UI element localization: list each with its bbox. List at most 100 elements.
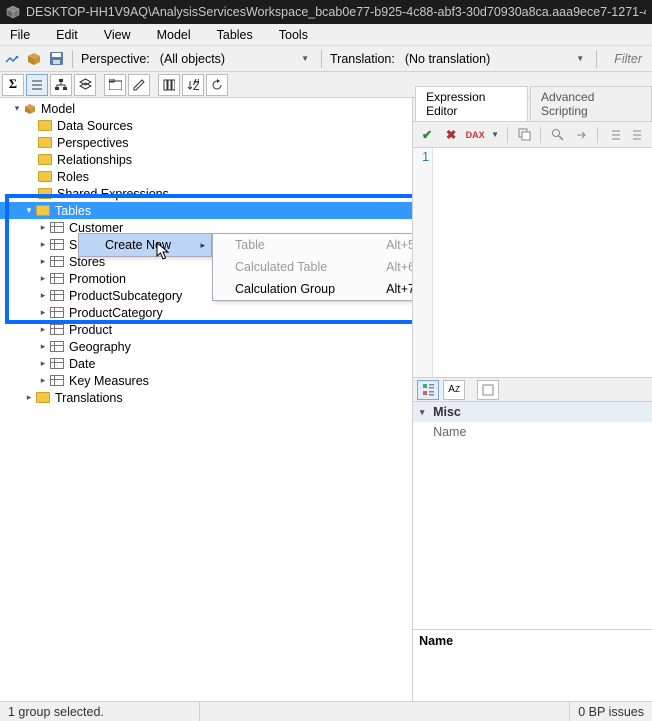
context-submenu[interactable]: Table Alt+5 Calculated Table Alt+6 Calcu… bbox=[212, 233, 413, 301]
property-description-title: Name bbox=[419, 634, 453, 648]
goto-icon[interactable] bbox=[573, 127, 589, 143]
filter-input[interactable]: Filter bbox=[614, 52, 648, 66]
list-view-button[interactable] bbox=[26, 74, 48, 96]
tree-node-perspectives[interactable]: Perspectives bbox=[0, 134, 412, 151]
expander-icon[interactable]: ▸ bbox=[38, 307, 48, 318]
tree-node-relationships[interactable]: Relationships bbox=[0, 151, 412, 168]
expander-icon[interactable]: ▸ bbox=[38, 273, 48, 284]
categorized-view-button[interactable] bbox=[417, 380, 439, 400]
deploy-cube-icon[interactable] bbox=[26, 51, 42, 67]
translation-value: (No translation) bbox=[405, 52, 490, 66]
submenu-item-calculated-table[interactable]: Calculated Table Alt+6 bbox=[213, 256, 413, 278]
svg-text:Z: Z bbox=[193, 79, 199, 91]
menu-edit[interactable]: Edit bbox=[50, 26, 84, 44]
cancel-icon[interactable]: ✖ bbox=[443, 127, 459, 143]
save-icon[interactable] bbox=[48, 51, 64, 67]
dropdown-arrow-icon[interactable]: ▼ bbox=[491, 130, 499, 139]
line-number: 1 bbox=[422, 150, 429, 164]
tree-label: Key Measures bbox=[69, 374, 149, 388]
menu-view[interactable]: View bbox=[98, 26, 137, 44]
tree-label: Perspectives bbox=[57, 136, 129, 150]
table-icon bbox=[50, 239, 64, 250]
toolbar-separator bbox=[597, 127, 598, 143]
folder-button[interactable] bbox=[104, 74, 126, 96]
tree-node-table[interactable]: ▸ ProductCategory bbox=[0, 304, 412, 321]
expander-icon[interactable]: ▸ bbox=[38, 324, 48, 335]
submenu-item-table[interactable]: Table Alt+5 bbox=[213, 234, 413, 256]
expander-icon[interactable]: ▾ bbox=[12, 103, 22, 114]
context-menu-label: Create New bbox=[105, 238, 171, 252]
menu-file[interactable]: File bbox=[4, 26, 36, 44]
menu-tables[interactable]: Tables bbox=[211, 26, 259, 44]
dax-formatter-icon[interactable]: DAX bbox=[467, 127, 483, 143]
tab-expression-editor[interactable]: Expression Editor bbox=[415, 86, 528, 121]
tree-label: Model bbox=[41, 102, 75, 116]
table-icon bbox=[50, 290, 64, 301]
tree-node-roles[interactable]: Roles bbox=[0, 168, 412, 185]
tree-label: Data Sources bbox=[57, 119, 133, 133]
sort-button[interactable]: AZ bbox=[182, 74, 204, 96]
context-menu-create-new[interactable]: Create New ▸ bbox=[79, 234, 211, 256]
property-row-name[interactable]: Name bbox=[413, 422, 652, 442]
expander-icon[interactable]: ▸ bbox=[38, 358, 48, 369]
submenu-label: Table bbox=[235, 238, 265, 252]
main-toolbar: Perspective: (All objects) ▼ Translation… bbox=[0, 46, 652, 72]
hierarchy-button[interactable] bbox=[50, 74, 72, 96]
submenu-shortcut: Alt+7 bbox=[386, 282, 413, 296]
editor-code-area[interactable] bbox=[433, 148, 652, 377]
folder-icon bbox=[38, 188, 52, 199]
tree-node-shared-expressions[interactable]: Shared Expressions bbox=[0, 185, 412, 202]
menu-model[interactable]: Model bbox=[151, 26, 197, 44]
expander-icon[interactable]: ▸ bbox=[38, 222, 48, 233]
columns-button[interactable] bbox=[158, 74, 180, 96]
expander-icon[interactable]: ▸ bbox=[38, 290, 48, 301]
layers-button[interactable] bbox=[74, 74, 96, 96]
outdent-icon[interactable] bbox=[630, 127, 646, 143]
tab-advanced-scripting[interactable]: Advanced Scripting bbox=[530, 86, 652, 121]
translation-combo[interactable]: (No translation) ▼ bbox=[401, 52, 588, 66]
expander-icon[interactable]: ▸ bbox=[38, 375, 48, 386]
tree-label: Product bbox=[69, 323, 112, 337]
indent-icon[interactable] bbox=[606, 127, 622, 143]
status-bar: 1 group selected. 0 BP issues bbox=[0, 701, 652, 721]
property-pages-button[interactable] bbox=[477, 380, 499, 400]
property-description-pane: Name bbox=[413, 629, 652, 701]
perspective-combo[interactable]: (All objects) ▼ bbox=[156, 52, 313, 66]
property-grid[interactable]: ▾ Misc Name bbox=[413, 402, 652, 629]
tree-node-table[interactable]: ▸ Geography bbox=[0, 338, 412, 355]
property-category-row[interactable]: ▾ Misc bbox=[413, 402, 652, 422]
tree-node-table[interactable]: ▸ Product bbox=[0, 321, 412, 338]
tree-label: Shared Expressions bbox=[57, 187, 169, 201]
context-menu[interactable]: Create New ▸ bbox=[78, 233, 212, 257]
expander-icon[interactable]: ▸ bbox=[38, 341, 48, 352]
find-icon[interactable] bbox=[549, 127, 565, 143]
expander-icon[interactable]: ▸ bbox=[38, 239, 48, 250]
tree-node-data-sources[interactable]: Data Sources bbox=[0, 117, 412, 134]
tree-node-table[interactable]: ▸ Key Measures bbox=[0, 372, 412, 389]
refresh-button[interactable] bbox=[206, 74, 228, 96]
menu-tools[interactable]: Tools bbox=[273, 26, 314, 44]
window-title: DESKTOP-HH1V9AQ\AnalysisServicesWorkspac… bbox=[26, 5, 646, 19]
expander-icon[interactable]: ▸ bbox=[38, 256, 48, 267]
submenu-label: Calculation Group bbox=[235, 282, 335, 296]
copy-icon[interactable] bbox=[516, 127, 532, 143]
sigma-button[interactable]: Σ bbox=[2, 74, 24, 96]
edit-button[interactable] bbox=[128, 74, 150, 96]
tree-node-tables[interactable]: ▾ Tables bbox=[0, 202, 412, 219]
table-icon bbox=[50, 341, 64, 352]
alphabetical-view-button[interactable]: AZ bbox=[443, 380, 465, 400]
right-tabs: Expression Editor Advanced Scripting bbox=[413, 98, 652, 122]
chevron-right-icon: ▸ bbox=[200, 240, 205, 251]
accept-icon[interactable]: ✔ bbox=[419, 127, 435, 143]
submenu-item-calculation-group[interactable]: Calculation Group Alt+7 bbox=[213, 278, 413, 300]
tree-node-translations[interactable]: ▸ Translations bbox=[0, 389, 412, 406]
tree-node-table[interactable]: ▸ Date bbox=[0, 355, 412, 372]
connect-icon[interactable] bbox=[4, 51, 20, 67]
expander-icon[interactable]: ▾ bbox=[417, 407, 427, 418]
expander-icon[interactable]: ▾ bbox=[24, 205, 34, 216]
model-tree-panel: ▾ Model Data Sources Perspectives Relati… bbox=[0, 98, 413, 701]
property-category-label: Misc bbox=[433, 405, 461, 419]
tree-node-model[interactable]: ▾ Model bbox=[0, 100, 412, 117]
expander-icon[interactable]: ▸ bbox=[24, 392, 34, 403]
expression-editor[interactable]: 1 bbox=[413, 148, 652, 378]
